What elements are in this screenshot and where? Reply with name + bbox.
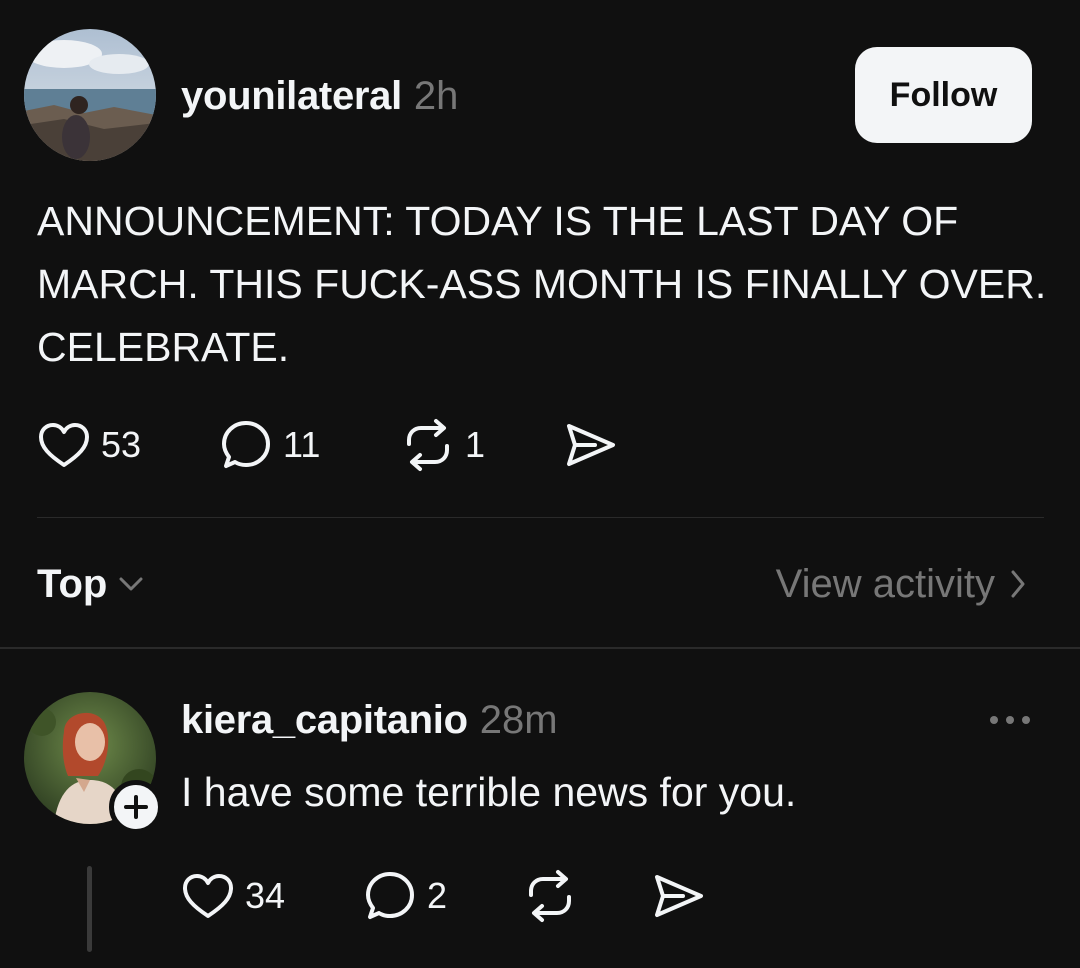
avatar-photo [24, 29, 156, 161]
divider [0, 647, 1080, 649]
sort-label: Top [37, 561, 108, 606]
send-icon [567, 424, 615, 466]
view-activity-link[interactable]: View activity [776, 562, 1027, 607]
plus-icon [124, 795, 148, 819]
thread-line [87, 866, 92, 952]
more-options-button[interactable] [980, 700, 1040, 740]
repost-count: 1 [465, 424, 486, 465]
post-actions: 53 11 1 [37, 417, 617, 473]
reply-like-button[interactable]: 34 [181, 871, 363, 921]
view-activity-label: View activity [775, 561, 995, 606]
sort-dropdown[interactable]: Top [37, 562, 145, 607]
divider [37, 517, 1044, 518]
reply-comment-count: 2 [427, 875, 448, 916]
reply-share-button[interactable] [651, 869, 705, 923]
comment-count: 11 [283, 424, 321, 465]
comment-button[interactable]: 11 [219, 418, 401, 472]
share-button[interactable] [563, 418, 617, 472]
repost-icon [529, 870, 571, 922]
reply-text: I have some terrible news for you. [181, 769, 797, 815]
reply-comment-button[interactable]: 2 [363, 869, 523, 923]
repost-icon [407, 419, 449, 471]
chevron-right-icon [1011, 570, 1025, 598]
comment-bubble-icon [222, 421, 270, 468]
follow-button[interactable]: Follow [855, 47, 1032, 143]
heart-icon [183, 874, 233, 918]
reply-username[interactable]: kiera_capitanio [181, 696, 468, 744]
reply-repost-button[interactable] [523, 869, 651, 923]
reply-timestamp: 28m [479, 698, 558, 742]
reply-actions: 34 2 [181, 868, 705, 924]
replies-toolbar: Top View activity [37, 556, 1027, 612]
send-icon [655, 875, 703, 917]
author-username[interactable]: younilateral [181, 72, 402, 120]
more-dots-icon [990, 716, 1030, 724]
thread-view: younilateral 2h Follow ANNOUNCEMENT: TOD… [0, 0, 1080, 968]
chevron-down-icon [119, 577, 143, 591]
post-header: younilateral 2h [181, 72, 458, 120]
follow-reply-author-button[interactable] [109, 780, 163, 834]
like-button[interactable]: 53 [37, 420, 219, 470]
heart-icon [39, 423, 89, 467]
reply-like-count: 34 [245, 875, 286, 916]
post-text: ANNOUNCEMENT: TODAY IS THE LAST DAY OF M… [37, 198, 1047, 370]
post-timestamp: 2h [413, 74, 459, 118]
reply-header: kiera_capitanio 28m [181, 696, 558, 744]
author-avatar[interactable] [24, 29, 156, 161]
repost-button[interactable]: 1 [401, 418, 563, 472]
like-count: 53 [101, 424, 142, 465]
comment-bubble-icon [366, 872, 414, 919]
